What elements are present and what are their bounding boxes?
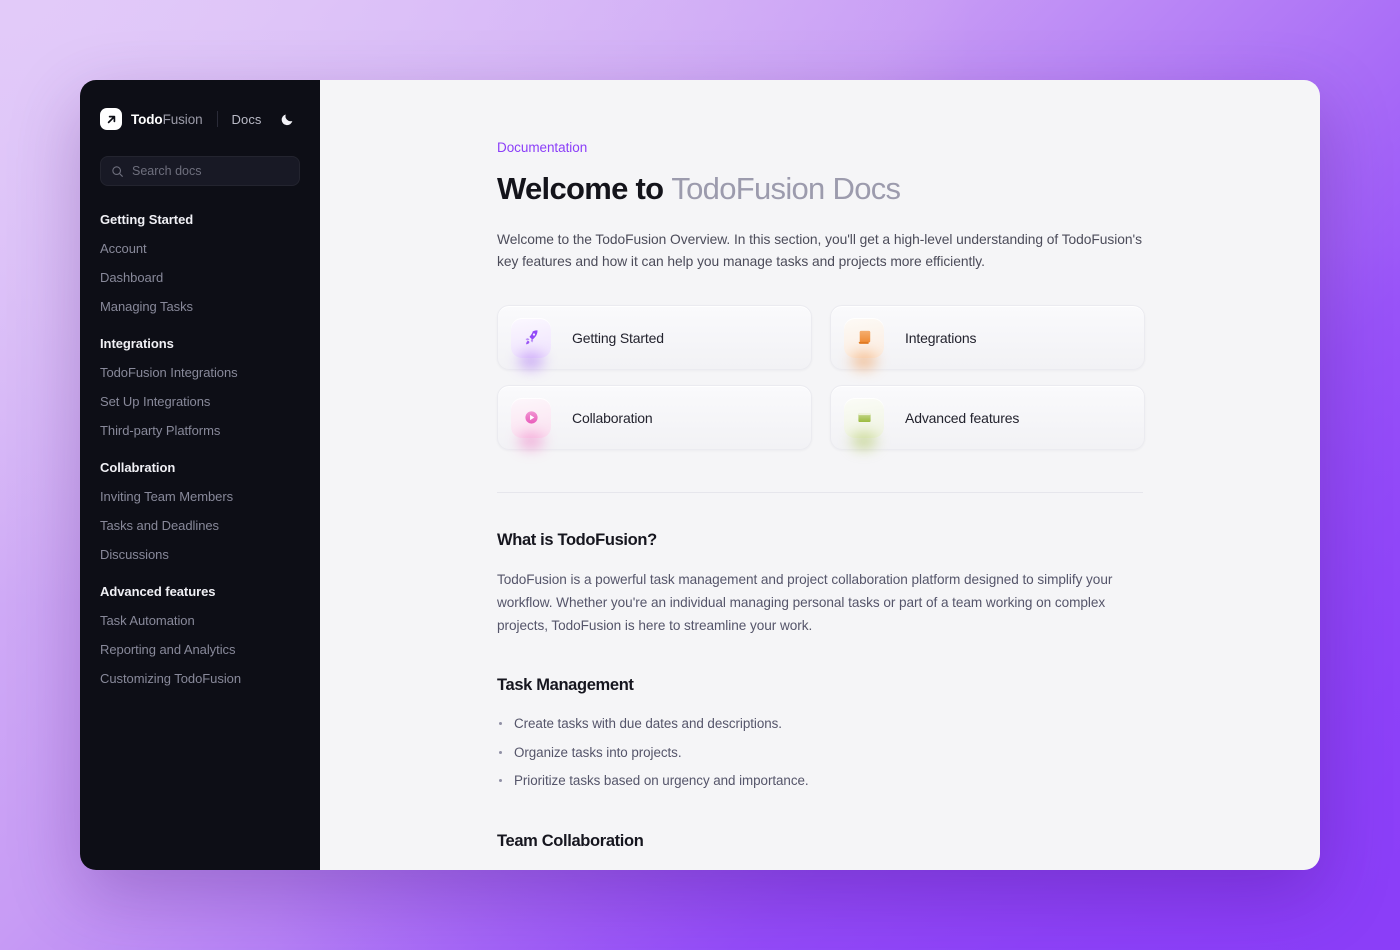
nav-group-advanced-features: Advanced features Task Automation Report… bbox=[100, 584, 300, 686]
doc-cards-grid: Getting Started bbox=[497, 305, 1145, 450]
sidebar-item-dashboard[interactable]: Dashboard bbox=[100, 270, 300, 285]
nav-docs-link[interactable]: Docs bbox=[232, 112, 262, 127]
doc-card-collaboration[interactable]: Collaboration bbox=[497, 385, 812, 450]
page-title: Welcome to TodoFusion Docs bbox=[497, 171, 1143, 207]
doc-card-label: Getting Started bbox=[572, 330, 664, 346]
sidebar-item-set-up-integrations[interactable]: Set Up Integrations bbox=[100, 394, 300, 409]
main-content: Documentation Welcome to TodoFusion Docs… bbox=[320, 80, 1320, 870]
sidebar-item-reporting-and-analytics[interactable]: Reporting and Analytics bbox=[100, 642, 300, 657]
sidebar-header: TodoFusion Docs bbox=[80, 80, 320, 136]
sidebar-item-task-automation[interactable]: Task Automation bbox=[100, 613, 300, 628]
nav-group-title: Collabration bbox=[100, 460, 300, 475]
nav-group-integrations: Integrations TodoFusion Integrations Set… bbox=[100, 336, 300, 438]
list-item: Create tasks with due dates and descript… bbox=[497, 714, 1143, 735]
logo-wordmark[interactable]: TodoFusion bbox=[131, 112, 203, 127]
doc-card-label: Collaboration bbox=[572, 410, 653, 426]
arrow-up-right-logo-icon[interactable] bbox=[100, 108, 122, 130]
header-divider bbox=[217, 111, 218, 127]
doc-card-advanced-features[interactable]: Advanced features bbox=[830, 385, 1145, 450]
doc-card-getting-started[interactable]: Getting Started bbox=[497, 305, 812, 370]
page-title-muted: TodoFusion Docs bbox=[671, 171, 900, 206]
sidebar-item-third-party-platforms[interactable]: Third-party Platforms bbox=[100, 423, 300, 438]
brand-name-soft: Fusion bbox=[163, 112, 203, 127]
section-heading-what-is-todofusion: What is TodoFusion? bbox=[497, 531, 1143, 550]
doc-card-label: Integrations bbox=[905, 330, 976, 346]
sidebar-item-tasks-and-deadlines[interactable]: Tasks and Deadlines bbox=[100, 518, 300, 533]
breadcrumb[interactable]: Documentation bbox=[497, 140, 1143, 155]
list-item: Prioritize tasks based on urgency and im… bbox=[497, 771, 1143, 792]
search-box[interactable] bbox=[100, 156, 300, 186]
section-paragraph-what-is-todofusion: TodoFusion is a powerful task management… bbox=[497, 569, 1137, 637]
page-title-strong: Welcome to bbox=[497, 171, 671, 206]
nav-group-title: Advanced features bbox=[100, 584, 300, 599]
play-circle-icon bbox=[511, 398, 551, 438]
nav-group-title: Getting Started bbox=[100, 212, 300, 227]
brand-name-strong: Todo bbox=[131, 112, 163, 127]
sidebar-item-todofusion-integrations[interactable]: TodoFusion Integrations bbox=[100, 365, 300, 380]
rocket-icon bbox=[511, 318, 551, 358]
search-input[interactable] bbox=[132, 164, 289, 178]
app-window: TodoFusion Docs Getting Started Account … bbox=[80, 80, 1320, 870]
list-item: Organize tasks into projects. bbox=[497, 743, 1143, 764]
book-icon bbox=[844, 318, 884, 358]
section-heading-team-collaboration: Team Collaboration bbox=[497, 832, 1143, 851]
window-icon bbox=[844, 398, 884, 438]
sidebar-nav: Getting Started Account Dashboard Managi… bbox=[80, 212, 320, 686]
task-management-list: Create tasks with due dates and descript… bbox=[497, 714, 1143, 792]
doc-card-label: Advanced features bbox=[905, 410, 1019, 426]
search-icon bbox=[111, 165, 124, 178]
page-lead-text: Welcome to the TodoFusion Overview. In t… bbox=[497, 229, 1143, 274]
sidebar-item-account[interactable]: Account bbox=[100, 241, 300, 256]
sidebar-item-managing-tasks[interactable]: Managing Tasks bbox=[100, 299, 300, 314]
sidebar: TodoFusion Docs Getting Started Account … bbox=[80, 80, 320, 870]
sidebar-item-inviting-team-members[interactable]: Inviting Team Members bbox=[100, 489, 300, 504]
section-heading-task-management: Task Management bbox=[497, 676, 1143, 695]
nav-group-getting-started: Getting Started Account Dashboard Managi… bbox=[100, 212, 300, 314]
nav-group-collabration: Collabration Inviting Team Members Tasks… bbox=[100, 460, 300, 562]
doc-card-integrations[interactable]: Integrations bbox=[830, 305, 1145, 370]
nav-group-title: Integrations bbox=[100, 336, 300, 351]
moon-icon[interactable] bbox=[274, 106, 300, 132]
section-divider bbox=[497, 492, 1143, 493]
sidebar-item-discussions[interactable]: Discussions bbox=[100, 547, 300, 562]
sidebar-item-customizing-todofusion[interactable]: Customizing TodoFusion bbox=[100, 671, 300, 686]
